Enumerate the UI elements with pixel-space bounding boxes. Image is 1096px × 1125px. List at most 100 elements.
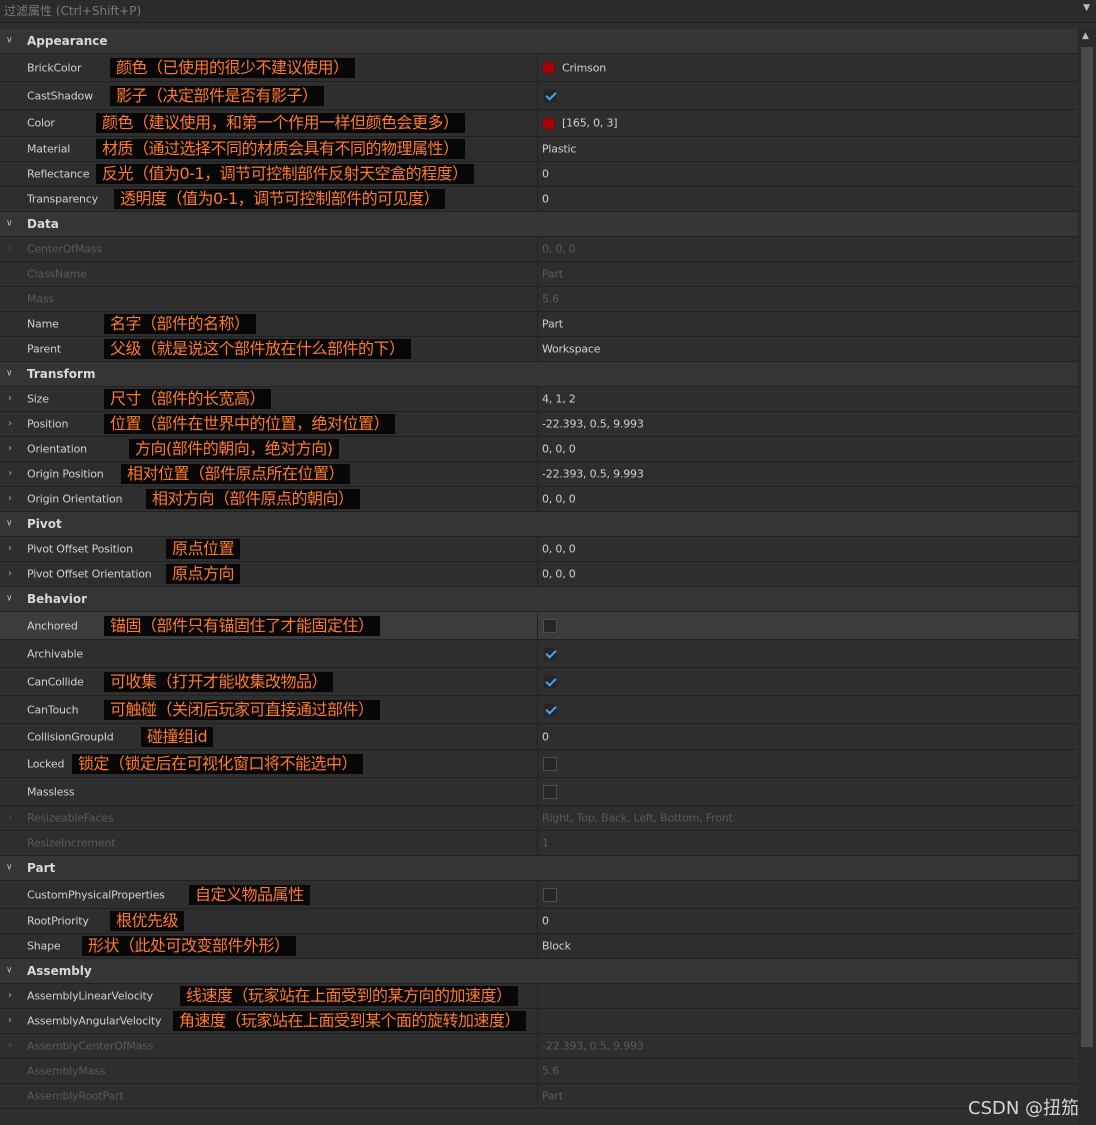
property-row-size[interactable]: › Size 4, 1, 2 尺寸（部件的长宽高） — [0, 387, 1078, 412]
column-divider[interactable] — [537, 287, 538, 311]
property-row-position[interactable]: › Position -22.393, 0.5, 9.993 位置（部件在世界中的位置… — [0, 412, 1078, 437]
column-divider[interactable] — [537, 237, 538, 261]
column-divider[interactable] — [537, 562, 538, 586]
column-divider[interactable] — [537, 537, 538, 561]
property-row-resizeablefaces[interactable]: › ResizeableFaces Right, Top, Back, Left, … — [0, 806, 1078, 831]
column-divider[interactable] — [537, 750, 538, 777]
chevron-right-icon[interactable]: › — [8, 393, 12, 404]
property-value[interactable]: Block — [542, 940, 571, 953]
chevron-right-icon[interactable]: › — [8, 990, 12, 1001]
column-divider[interactable] — [537, 312, 538, 336]
chevron-right-icon[interactable]: › — [8, 1040, 12, 1051]
property-value[interactable]: 0, 0, 0 — [542, 568, 576, 581]
column-divider[interactable] — [537, 187, 538, 211]
property-row-massless[interactable]: Massless — [0, 778, 1078, 806]
property-row-anchored[interactable]: Anchored 锚固（部件只有锚固住了才能固定住） — [0, 612, 1078, 640]
property-row-collisiongroupid[interactable]: CollisionGroupId 0 碰撞组id — [0, 724, 1078, 750]
column-divider[interactable] — [537, 137, 538, 161]
property-checkbox[interactable] — [543, 756, 557, 771]
column-divider[interactable] — [537, 462, 538, 486]
property-row-color[interactable]: Color [165, 0, 3] 颜色（建议使用，和第一个作用一样但颜色会更多） — [0, 110, 1078, 137]
column-divider[interactable] — [537, 612, 538, 639]
property-row-assemblyangularvelocity[interactable]: › AssemblyAngularVelocity 角速度（玩家站在上面受到某个面的… — [0, 1009, 1078, 1034]
property-row-assemblycenterofmass[interactable]: › AssemblyCenterOfMass -22.393, 0.5, 9.993 — [0, 1034, 1078, 1059]
scroll-up-arrow-icon[interactable]: ▲ — [1082, 31, 1089, 41]
chevron-right-icon[interactable]: › — [8, 468, 12, 479]
property-row-origin-position[interactable]: › Origin Position -22.393, 0.5, 9.993 相对位置（… — [0, 462, 1078, 487]
column-divider[interactable] — [537, 487, 538, 511]
chevron-down-icon[interactable]: ∨ — [6, 594, 13, 604]
chevron-down-icon[interactable]: ∨ — [6, 219, 13, 229]
property-checkbox[interactable] — [543, 674, 557, 689]
property-value[interactable]: 1 — [542, 837, 549, 850]
property-row-reflectance[interactable]: Reflectance 0 反光（值为0-1，调节可控制部件反射天空盒的程度） — [0, 162, 1078, 187]
section-header-assembly[interactable]: ∨ Assembly — [0, 959, 1078, 984]
property-row-transparency[interactable]: Transparency 0 透明度（值为0-1，调节可控制部件的可见度） — [0, 187, 1078, 212]
chevron-down-icon[interactable]: ∨ — [6, 36, 13, 46]
property-value[interactable]: 4, 1, 2 — [542, 393, 576, 406]
column-divider[interactable] — [537, 934, 538, 958]
chevron-down-icon[interactable]: ∨ — [6, 369, 13, 379]
filter-input[interactable] — [4, 2, 1064, 19]
property-row-pivot-offset-position[interactable]: › Pivot Offset Position 0, 0, 0 原点位置 — [0, 537, 1078, 562]
property-row-classname[interactable]: ClassName Part — [0, 262, 1078, 287]
property-value[interactable]: 0, 0, 0 — [542, 543, 576, 556]
chevron-right-icon[interactable]: › — [8, 493, 12, 504]
column-divider[interactable] — [537, 668, 538, 695]
chevron-down-icon[interactable]: ∨ — [6, 966, 13, 976]
property-checkbox[interactable] — [543, 88, 557, 103]
property-value[interactable]: 0 — [542, 193, 549, 206]
property-value[interactable]: 0 — [542, 915, 549, 928]
column-divider[interactable] — [537, 1084, 538, 1108]
column-divider[interactable] — [537, 1059, 538, 1083]
property-row-material[interactable]: Material Plastic 材质（通过选择不同的材质会具有不同的物理属性） — [0, 137, 1078, 162]
property-row-shape[interactable]: Shape Block 形状（此处可改变部件外形） — [0, 934, 1078, 959]
property-row-name[interactable]: Name Part 名字（部件的名称） — [0, 312, 1078, 337]
chevron-down-icon[interactable]: ▼ — [1083, 3, 1090, 13]
column-divider[interactable] — [537, 54, 538, 81]
property-checkbox[interactable] — [543, 618, 557, 633]
property-value[interactable]: 5.6 — [542, 1065, 559, 1078]
property-row-castshadow[interactable]: CastShadow 影子（决定部件是否有影子） — [0, 82, 1078, 110]
section-header-appearance[interactable]: ∨ Appearance — [0, 29, 1078, 54]
column-divider[interactable] — [537, 437, 538, 461]
property-value[interactable]: [165, 0, 3] — [542, 116, 618, 130]
column-divider[interactable] — [537, 778, 538, 805]
property-row-assemblyrootpart[interactable]: AssemblyRootPart Part — [0, 1084, 1078, 1109]
column-divider[interactable] — [537, 806, 538, 830]
column-divider[interactable] — [537, 909, 538, 933]
column-divider[interactable] — [537, 881, 538, 908]
column-divider[interactable] — [537, 412, 538, 436]
property-value[interactable]: -22.393, 0.5, 9.993 — [542, 1040, 644, 1053]
property-value[interactable]: Plastic — [542, 143, 576, 156]
column-divider[interactable] — [537, 831, 538, 855]
section-header-data[interactable]: ∨ Data — [0, 212, 1078, 237]
property-value[interactable]: 0, 0, 0 — [542, 493, 576, 506]
vertical-scrollbar[interactable]: ▲ — [1078, 29, 1096, 1125]
property-row-cancollide[interactable]: CanCollide 可收集（打开才能收集改物品） — [0, 668, 1078, 696]
column-divider[interactable] — [537, 337, 538, 361]
property-value[interactable]: Part — [542, 1090, 563, 1103]
property-row-assemblylinearvelocity[interactable]: › AssemblyLinearVelocity 线速度（玩家站在上面受到的某方向的… — [0, 984, 1078, 1009]
chevron-right-icon[interactable]: › — [8, 543, 12, 554]
section-header-transform[interactable]: ∨ Transform — [0, 362, 1078, 387]
column-divider[interactable] — [537, 724, 538, 749]
property-value[interactable]: -22.393, 0.5, 9.993 — [542, 468, 644, 481]
property-row-customphysicalproperties[interactable]: CustomPhysicalProperties 自定义物品属性 — [0, 881, 1078, 909]
chevron-right-icon[interactable]: › — [8, 568, 12, 579]
property-value[interactable]: 0, 0, 0 — [542, 443, 576, 456]
property-row-pivot-offset-orientation[interactable]: › Pivot Offset Orientation 0, 0, 0 原点方向 — [0, 562, 1078, 587]
property-value[interactable]: Crimson — [542, 61, 606, 75]
chevron-right-icon[interactable]: › — [8, 243, 12, 254]
section-header-pivot[interactable]: ∨ Pivot — [0, 512, 1078, 537]
property-row-parent[interactable]: Parent Workspace 父级（就是说这个部件放在什么部件的下） — [0, 337, 1078, 362]
property-row-orientation[interactable]: › Orientation 0, 0, 0 方向(部件的朝向，绝对方向) — [0, 437, 1078, 462]
chevron-down-icon[interactable]: ∨ — [6, 519, 13, 529]
property-row-archivable[interactable]: Archivable — [0, 640, 1078, 668]
property-value[interactable]: 0, 0, 0 — [542, 243, 576, 256]
column-divider[interactable] — [537, 1034, 538, 1058]
column-divider[interactable] — [537, 110, 538, 136]
column-divider[interactable] — [537, 262, 538, 286]
property-row-rootpriority[interactable]: RootPriority 0 根优先级 — [0, 909, 1078, 934]
chevron-right-icon[interactable]: › — [8, 1015, 12, 1026]
